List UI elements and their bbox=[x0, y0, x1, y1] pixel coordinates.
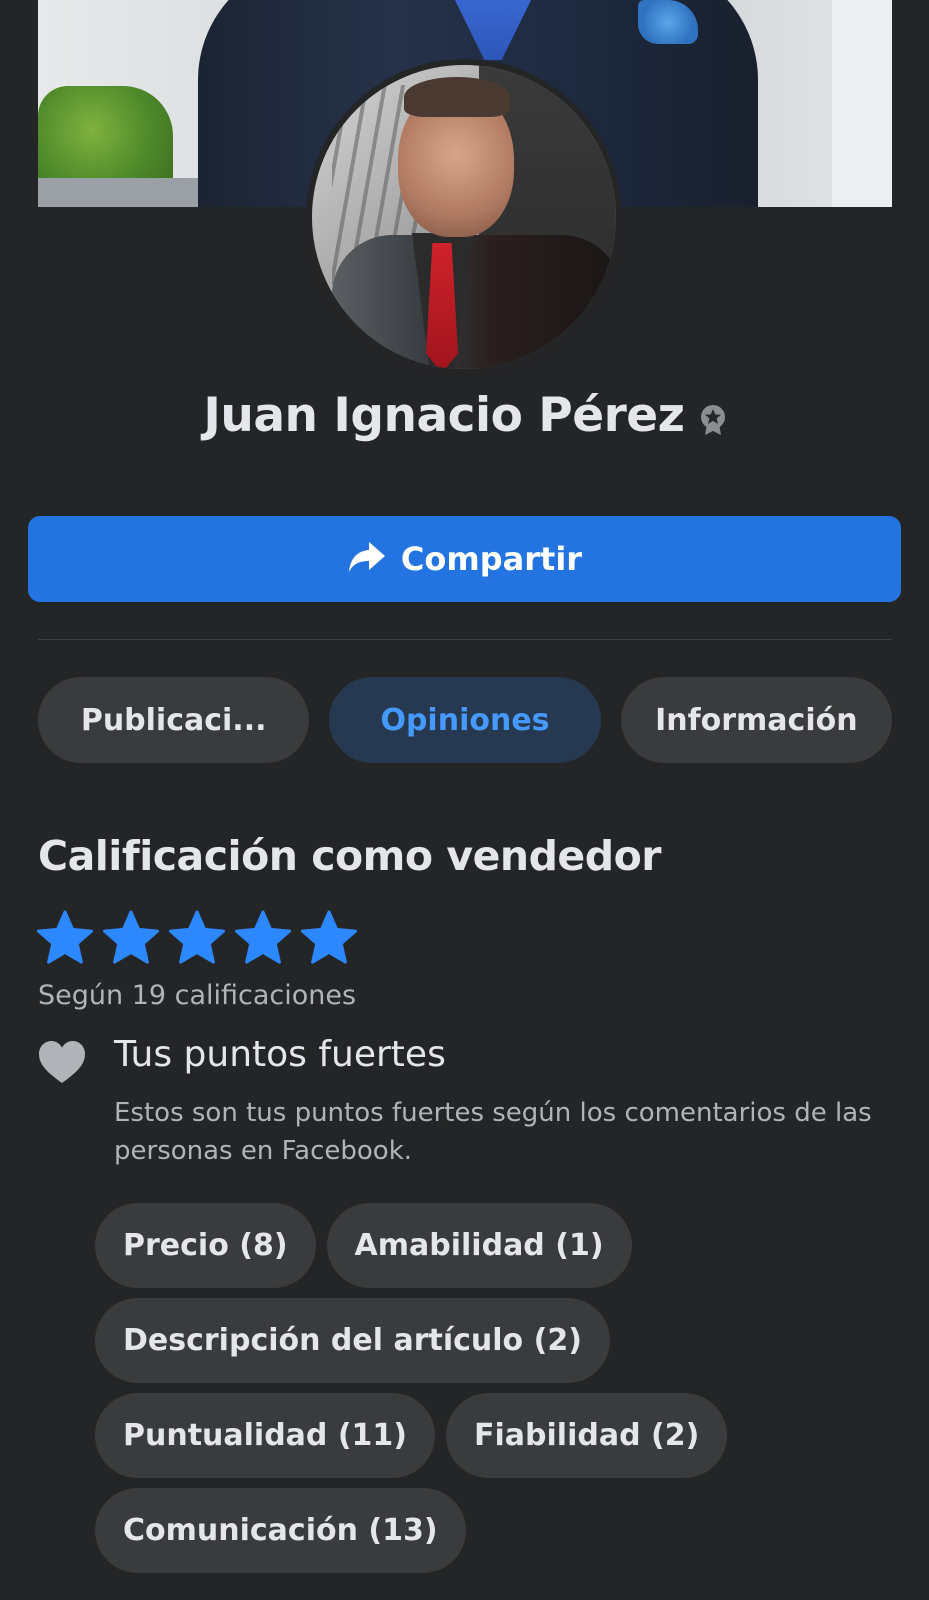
tab-publicaciones[interactable]: Publicaci... bbox=[38, 677, 310, 763]
avatar-suit bbox=[332, 235, 616, 369]
cover-photo-wall bbox=[832, 0, 892, 207]
strength-chip-puntualidad[interactable]: Puntualidad (11) bbox=[95, 1393, 436, 1478]
profile-name: Juan Ignacio Pérez bbox=[203, 388, 685, 443]
star-icon bbox=[234, 910, 292, 970]
strength-chip-comunicacion[interactable]: Comunicación (13) bbox=[95, 1488, 466, 1573]
profile-name-row: Juan Ignacio Pérez bbox=[0, 388, 929, 448]
avatar-hair bbox=[404, 77, 510, 117]
star-icon bbox=[168, 910, 226, 970]
profile-tabs: Publicaci... Opiniones Información bbox=[38, 677, 892, 763]
share-button-label: Compartir bbox=[400, 540, 583, 578]
seller-rating-title: Calificación como vendedor bbox=[38, 832, 661, 880]
strength-chip-precio[interactable]: Precio (8) bbox=[95, 1203, 316, 1288]
strength-chip-amabilidad[interactable]: Amabilidad (1) bbox=[326, 1203, 632, 1288]
rating-count[interactable]: Según 19 calificaciones bbox=[38, 980, 356, 1011]
strengths-chips: Precio (8) Amabilidad (1) Descripción de… bbox=[95, 1203, 855, 1573]
tab-opiniones[interactable]: Opiniones bbox=[329, 677, 601, 763]
strengths-title: Tus puntos fuertes bbox=[114, 1034, 446, 1075]
star-icon bbox=[300, 910, 358, 970]
heart-icon bbox=[38, 1040, 86, 1084]
tab-informacion[interactable]: Información bbox=[620, 677, 892, 763]
profile-avatar-image bbox=[312, 65, 616, 369]
divider bbox=[38, 639, 892, 640]
strengths-description: Estos son tus puntos fuertes según los c… bbox=[114, 1098, 872, 1166]
profile-avatar[interactable] bbox=[306, 59, 622, 375]
star-rating bbox=[36, 910, 358, 970]
verified-badge-icon[interactable] bbox=[700, 404, 726, 436]
strength-chip-fiabilidad[interactable]: Fiabilidad (2) bbox=[446, 1393, 728, 1478]
star-icon bbox=[102, 910, 160, 970]
share-arrow-icon bbox=[347, 540, 387, 578]
strength-chip-descripcion[interactable]: Descripción del artículo (2) bbox=[95, 1298, 610, 1383]
share-button[interactable]: Compartir bbox=[28, 516, 901, 602]
star-icon bbox=[36, 910, 94, 970]
